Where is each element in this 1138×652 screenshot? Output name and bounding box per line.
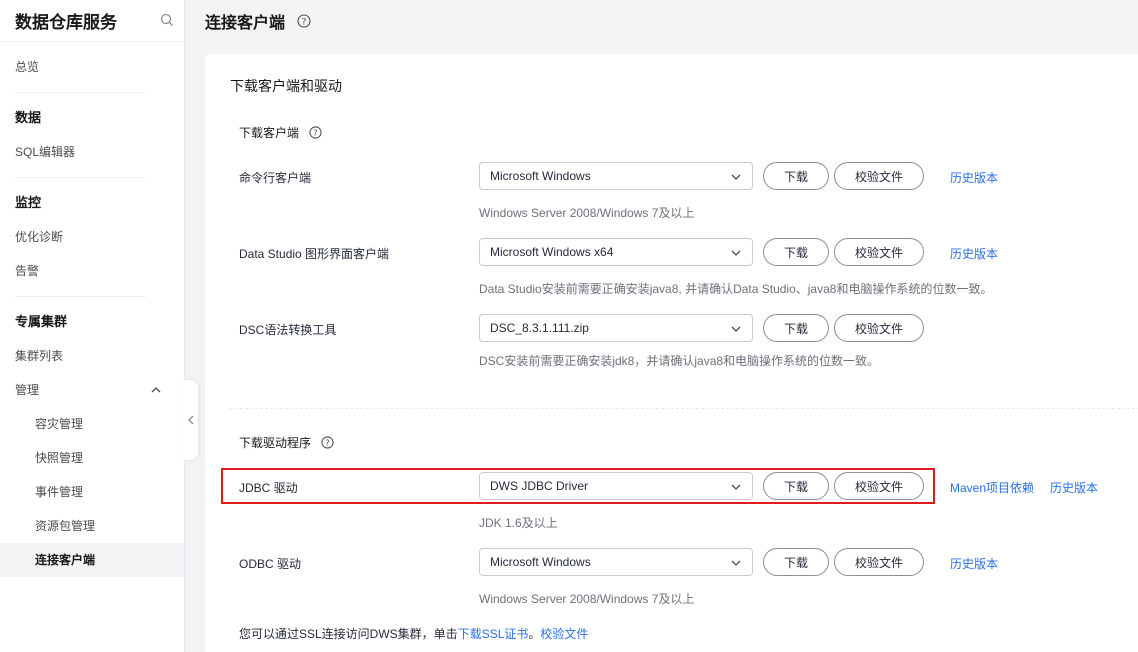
chevron-left-icon bbox=[188, 415, 194, 425]
section-divider bbox=[230, 408, 1138, 409]
history-version-link[interactable]: 历史版本 bbox=[950, 169, 998, 186]
group-title-driver: 下载驱动程序 ? bbox=[239, 434, 334, 451]
row-label: ODBC 驱动 bbox=[239, 557, 302, 571]
group-title-driver-text: 下载驱动程序 bbox=[239, 436, 312, 450]
download-ssl-cert-link[interactable]: 下载SSL证书 bbox=[458, 627, 529, 641]
download-button[interactable]: 下载 bbox=[763, 472, 829, 500]
row-hint: Windows Server 2008/Windows 7及以上 bbox=[479, 206, 695, 220]
ssl-note-text: 您可以通过SSL连接访问DWS集群，单击 bbox=[239, 627, 458, 641]
sidebar: 数据仓库服务 总览 数据 SQL编辑器 监控 优化诊断 告警 专属集群 集群列表… bbox=[0, 0, 185, 652]
select-value: DWS JDBC Driver bbox=[490, 479, 588, 493]
history-version-link[interactable]: 历史版本 bbox=[950, 555, 998, 572]
chevron-down-icon bbox=[731, 174, 741, 180]
sidebar-group-manage[interactable]: 管理 bbox=[0, 373, 184, 407]
row-hint: JDK 1.6及以上 bbox=[479, 516, 558, 530]
brand-title: 数据仓库服务 bbox=[15, 13, 117, 32]
chevron-down-icon bbox=[731, 326, 741, 332]
verify-file-link[interactable]: 校验文件 bbox=[540, 627, 588, 641]
sidebar-item-resource-package[interactable]: 资源包管理 bbox=[0, 509, 184, 543]
verify-file-button[interactable]: 校验文件 bbox=[834, 472, 924, 500]
divider bbox=[15, 92, 146, 93]
row-jdbc-driver: JDBC 驱动 DWS JDBC Driver 下载 校验文件 Maven项目依… bbox=[205, 472, 1138, 500]
sidebar-item-alarm[interactable]: 告警 bbox=[0, 254, 184, 288]
chevron-down-icon bbox=[731, 250, 741, 256]
select-value: Microsoft Windows bbox=[490, 555, 591, 569]
sidebar-collapse-handle[interactable] bbox=[184, 380, 198, 460]
sidebar-item-optimize[interactable]: 优化诊断 bbox=[0, 220, 184, 254]
row-dsc-tool: DSC语法转换工具 DSC_8.3.1.111.zip 下载 校验文件 bbox=[205, 314, 1138, 342]
verify-file-button[interactable]: 校验文件 bbox=[834, 548, 924, 576]
sidebar-item-cluster-list[interactable]: 集群列表 bbox=[0, 339, 184, 373]
os-select[interactable]: Microsoft Windows x64 bbox=[479, 238, 753, 266]
sidebar-item-dr-manage[interactable]: 容灾管理 bbox=[0, 407, 184, 441]
verify-file-button[interactable]: 校验文件 bbox=[834, 314, 924, 342]
row-hint: Windows Server 2008/Windows 7及以上 bbox=[479, 592, 695, 606]
maven-dependency-link[interactable]: Maven项目依赖 bbox=[950, 479, 1034, 496]
sidebar-group-label: 管理 bbox=[15, 383, 40, 397]
row-odbc-driver: ODBC 驱动 Microsoft Windows 下载 校验文件 历史版本 bbox=[205, 548, 1138, 576]
driver-select[interactable]: DWS JDBC Driver bbox=[479, 472, 753, 500]
row-hint: DSC安装前需要正确安装jdk8，并请确认java8和电脑操作系统的位数一致。 bbox=[479, 354, 880, 368]
row-hint: Data Studio安装前需要正确安装java8, 并请确认Data Stud… bbox=[479, 282, 993, 296]
download-button[interactable]: 下载 bbox=[763, 548, 829, 576]
sidebar-item-overview[interactable]: 总览 bbox=[0, 50, 184, 84]
divider bbox=[15, 177, 146, 178]
page-header: 连接客户端 ? bbox=[205, 0, 311, 42]
version-select[interactable]: DSC_8.3.1.111.zip bbox=[479, 314, 753, 342]
download-button[interactable]: 下载 bbox=[763, 238, 829, 266]
chevron-down-icon bbox=[731, 484, 741, 490]
verify-file-button[interactable]: 校验文件 bbox=[834, 162, 924, 190]
select-value: Microsoft Windows bbox=[490, 169, 591, 183]
svg-text:?: ? bbox=[325, 438, 329, 448]
download-button[interactable]: 下载 bbox=[763, 162, 829, 190]
row-label: 命令行客户端 bbox=[239, 171, 312, 185]
chevron-down-icon bbox=[731, 560, 741, 566]
history-version-link[interactable]: 历史版本 bbox=[1050, 479, 1098, 496]
page-title: 连接客户端 bbox=[205, 15, 286, 32]
row-label: DSC语法转换工具 bbox=[239, 323, 337, 337]
sidebar-section-cluster: 专属集群 bbox=[15, 314, 68, 329]
chevron-up-icon bbox=[151, 387, 161, 393]
group-title-client: 下载客户端 ? bbox=[239, 124, 322, 141]
select-value: Microsoft Windows x64 bbox=[490, 245, 614, 259]
sidebar-item-sql-editor[interactable]: SQL编辑器 bbox=[0, 135, 184, 169]
row-label: JDBC 驱动 bbox=[239, 481, 298, 495]
download-card: 下载客户端和驱动 下载客户端 ? 命令行客户端 Microsoft Window… bbox=[205, 54, 1138, 652]
ssl-note: 您可以通过SSL连接访问DWS集群，单击下载SSL证书。校验文件 bbox=[239, 625, 588, 642]
row-data-studio: Data Studio 图形界面客户端 Microsoft Windows x6… bbox=[205, 238, 1138, 266]
os-select[interactable]: Microsoft Windows bbox=[479, 162, 753, 190]
verify-file-button[interactable]: 校验文件 bbox=[834, 238, 924, 266]
card-title: 下载客户端和驱动 bbox=[230, 78, 342, 94]
row-cli-client: 命令行客户端 Microsoft Windows 下载 校验文件 历史版本 bbox=[205, 162, 1138, 190]
os-select[interactable]: Microsoft Windows bbox=[479, 548, 753, 576]
help-icon[interactable]: ? bbox=[309, 126, 322, 139]
sidebar-item-connect-client[interactable]: 连接客户端 bbox=[0, 543, 184, 577]
download-button[interactable]: 下载 bbox=[763, 314, 829, 342]
divider bbox=[15, 296, 146, 297]
select-value: DSC_8.3.1.111.zip bbox=[490, 321, 589, 335]
help-icon[interactable]: ? bbox=[321, 436, 334, 449]
sidebar-item-event-manage[interactable]: 事件管理 bbox=[0, 475, 184, 509]
search-icon[interactable] bbox=[160, 13, 174, 27]
history-version-link[interactable]: 历史版本 bbox=[950, 245, 998, 262]
help-icon[interactable]: ? bbox=[297, 14, 311, 28]
svg-text:?: ? bbox=[313, 128, 317, 138]
sidebar-item-snapshot-manage[interactable]: 快照管理 bbox=[0, 441, 184, 475]
sidebar-brand: 数据仓库服务 bbox=[0, 0, 184, 42]
group-title-client-text: 下载客户端 bbox=[239, 126, 300, 140]
sidebar-section-monitor: 监控 bbox=[15, 195, 42, 210]
svg-text:?: ? bbox=[302, 17, 307, 27]
ssl-note-sep: 。 bbox=[528, 627, 541, 641]
sidebar-section-data: 数据 bbox=[15, 110, 42, 125]
row-label: Data Studio 图形界面客户端 bbox=[239, 247, 390, 261]
